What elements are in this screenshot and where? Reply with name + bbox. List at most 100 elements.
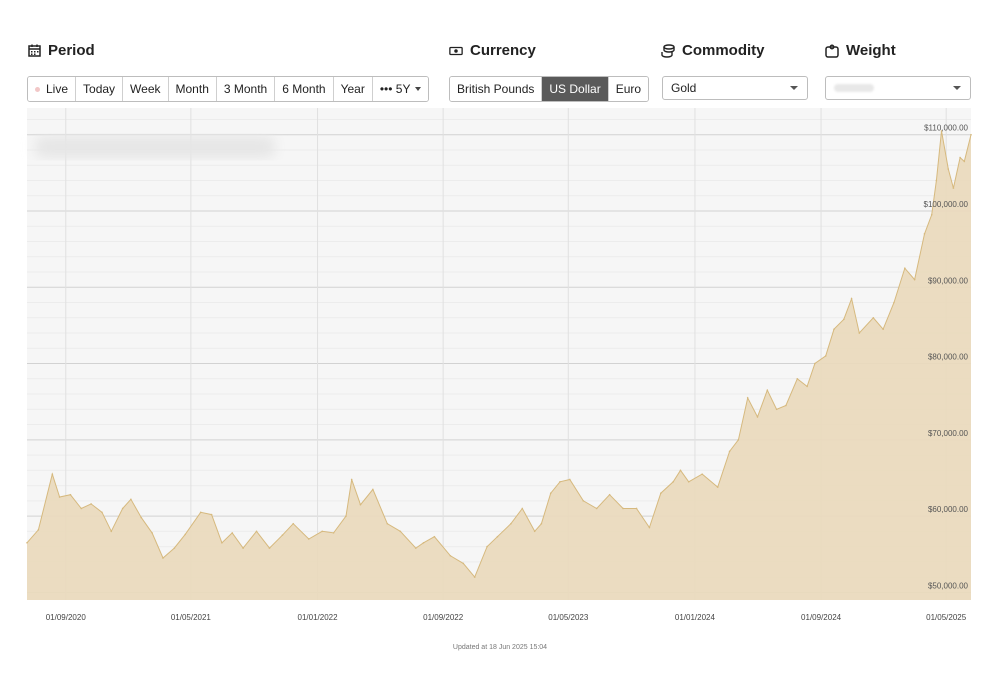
data-point [221,541,223,544]
chevron-down-icon [790,86,798,90]
period-live-button[interactable]: Live [28,77,77,101]
data-point [473,576,476,578]
data-point [569,478,571,481]
commodity-label: Commodity [682,42,765,59]
data-point [904,267,906,269]
data-point [399,530,402,533]
data-point [255,530,258,533]
data-point [672,480,675,483]
chevron-down-icon [953,86,961,90]
data-point [414,547,417,549]
period-more-dropdown[interactable]: ••• 5Y [372,77,429,101]
data-point [58,496,61,498]
data-point [533,530,536,533]
data-point [687,480,690,483]
y-tick-label: $50,000.00 [928,581,969,590]
data-point [321,530,323,533]
data-point [882,328,884,331]
currency-eur-button[interactable]: Euro [608,77,649,101]
period-today-button[interactable]: Today [76,77,124,101]
updated-timestamp: Updated at 18 Jun 2025 15:04 [452,644,548,651]
data-point [140,516,143,519]
data-point [952,187,955,189]
period-year-button[interactable]: Year [333,77,373,101]
x-axis-ticks: 01/09/2020 01/05/2021 01/01/2022 01/09/2022… [46,613,967,622]
data-point [737,439,740,441]
data-point [51,473,54,475]
data-point [37,529,40,531]
coins-icon [661,43,675,58]
period-6month-button[interactable]: 6 Month [275,77,334,101]
x-tick-label: 01/05/2021 [171,613,212,622]
data-point [345,515,347,517]
data-point [746,397,749,399]
data-point [199,511,202,514]
data-point [90,503,92,505]
data-point [701,473,703,475]
data-point [959,156,961,159]
data-point [679,469,682,472]
period-3month-button[interactable]: 3 Month [216,77,276,101]
x-tick-label: 01/05/2023 [548,613,589,622]
data-point [963,160,966,163]
weight-select[interactable] [825,76,971,100]
data-point [210,513,213,516]
currency-usd-button[interactable]: US Dollar [542,77,609,101]
weight-title: Weight [825,42,896,59]
weight-label: Weight [846,42,896,59]
data-point [756,416,759,418]
period-month-button[interactable]: Month [168,77,217,101]
data-point [970,133,972,136]
data-point [947,168,950,170]
data-point [766,389,769,392]
y-tick-label: $110,000.00 [924,124,968,133]
data-point [121,507,124,510]
price-chart: $50,000.00 $60,000.00 $70,000.00 $80,000.00… [26,108,972,622]
banknote-icon [449,44,463,58]
data-point [923,233,926,235]
data-point [231,532,234,534]
data-point [462,562,465,565]
data-point [307,538,310,540]
x-tick-label: 01/09/2024 [801,613,842,622]
data-point [582,500,585,502]
data-point [843,318,845,321]
data-point [785,404,787,407]
data-point [872,316,875,319]
commodity-select[interactable]: Gold [662,76,808,100]
period-more-label: ••• 5Y [379,82,411,96]
y-tick-label: $70,000.00 [928,429,969,438]
data-point [858,332,861,334]
data-point [151,532,153,534]
currency-title: Currency [449,42,536,59]
x-tick-label: 01/01/2022 [298,613,339,622]
data-point [242,547,244,549]
data-point [549,492,552,495]
commodity-select-value: Gold [671,81,697,95]
data-point [833,328,835,331]
data-point [814,362,816,365]
x-tick-label: 01/05/2025 [926,613,967,622]
data-point [130,498,132,501]
data-point [660,492,662,495]
data-point [595,507,598,510]
x-tick-label: 01/09/2022 [423,613,464,622]
y-tick-label: $90,000.00 [928,276,969,285]
data-point [540,522,543,525]
data-point [935,179,938,182]
commodity-title: Commodity [661,42,765,59]
data-point [622,507,624,510]
data-point [716,486,719,488]
data-point [850,297,853,300]
currency-gbp-button[interactable]: British Pounds [450,77,543,101]
x-tick-label: 01/09/2020 [46,613,87,622]
y-tick-label: $80,000.00 [928,353,969,362]
y-tick-label: $100,000.00 [924,200,969,209]
data-point [635,507,638,510]
data-point [162,557,164,559]
data-point [648,526,651,529]
data-point [173,547,176,549]
chevron-down-icon [415,87,422,91]
data-point [350,478,353,481]
period-week-button[interactable]: Week [123,77,169,101]
